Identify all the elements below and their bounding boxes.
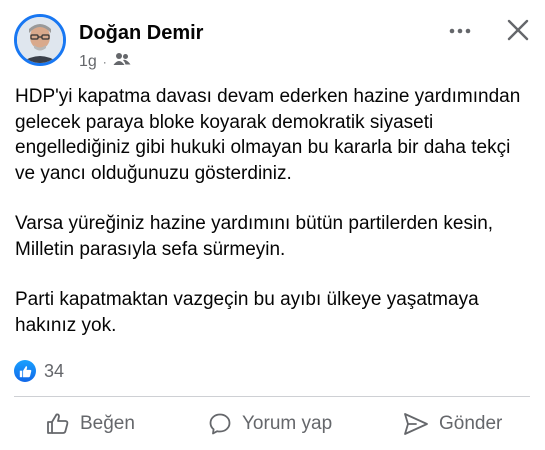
send-icon [404,413,428,435]
post-paragraph: Varsa yüreğiniz hazine yardımını bütün p… [15,213,494,260]
more-dots-icon [449,28,471,34]
post-time[interactable]: 1g [79,53,97,71]
comment-button[interactable]: Yorum yap [208,404,332,444]
thumbs-up-icon [47,413,69,434]
more-options-button[interactable] [440,16,480,46]
comment-label: Yorum yap [242,413,333,434]
friends-icon[interactable] [113,52,131,71]
send-label: Gönder [439,413,503,434]
send-button[interactable]: Gönder [403,404,502,444]
avatar[interactable] [14,14,66,66]
post-card: Doğan Demir 1g · HDP'yi kapatma davası d… [0,0,545,450]
meta-separator: · [102,54,107,69]
comment-icon [209,413,231,435]
divider [14,396,530,397]
post-paragraph: HDP'yi kapatma davası devam ederken hazi… [15,86,521,184]
like-label: Beğen [80,413,135,434]
author-name[interactable]: Doğan Demir [79,22,203,45]
post-paragraph: Parti kapatmaktan vazgeçin bu ayıbı ülke… [15,289,479,336]
reaction-count: 34 [44,360,65,381]
action-bar: Beğen Yorum yap Gönder [0,404,545,444]
close-icon [507,19,529,41]
profile-photo-icon [17,17,63,63]
like-reaction-icon [14,360,36,382]
close-button[interactable] [500,12,536,48]
like-button[interactable]: Beğen [46,404,135,444]
post-text: HDP'yi kapatma davası devam ederken hazi… [15,84,535,363]
reaction-summary[interactable]: 34 [14,360,64,382]
post-meta: 1g · [79,52,131,71]
